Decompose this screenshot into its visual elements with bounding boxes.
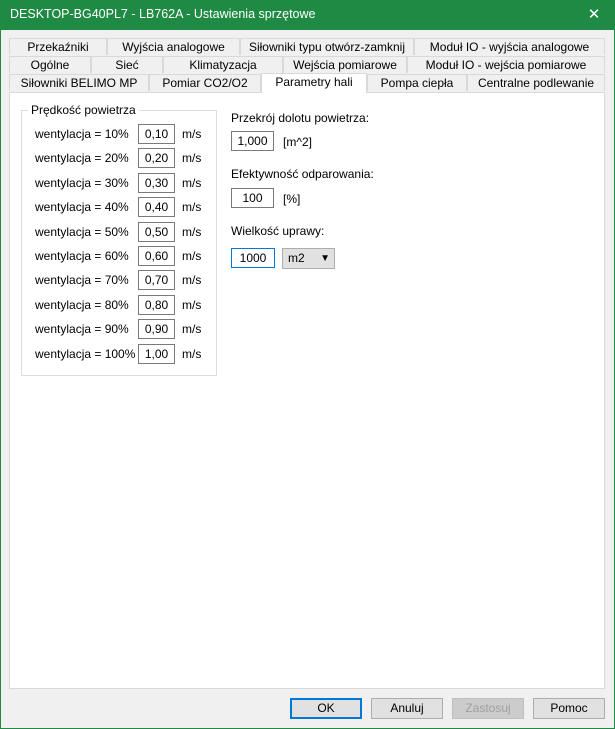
air-speed-unit: m/s <box>182 225 202 239</box>
air-speed-label: wentylacja = 10% <box>35 127 129 141</box>
tab-klimatyzacja[interactable]: Klimatyzacja <box>163 56 283 73</box>
evaporation-efficiency-label: Efektywność odparowania: <box>231 167 374 181</box>
ok-button[interactable]: OK <box>290 698 362 719</box>
air-speed-label: wentylacja = 90% <box>35 322 129 336</box>
title-bar: DESKTOP-BG40PL7 - LB762A - Ustawienia sp… <box>0 0 615 30</box>
air-speed-label: wentylacja = 100% <box>35 347 136 361</box>
chevron-down-icon: ▼ <box>320 253 330 264</box>
air-speed-input[interactable]: 1,00 <box>138 344 175 364</box>
tab-ogolne[interactable]: Ogólne <box>9 56 91 73</box>
air-speed-input[interactable]: 0,50 <box>138 222 175 242</box>
tab-parametry-hali[interactable]: Parametry hali <box>261 73 367 93</box>
tab-silowniki-otworz-zamknij[interactable]: Siłowniki typu otwórz-zamknij <box>240 38 414 55</box>
inlet-section-input[interactable]: 1,000 <box>231 131 274 151</box>
air-speed-label: wentylacja = 20% <box>35 151 129 165</box>
air-speed-unit: m/s <box>182 273 202 287</box>
evaporation-efficiency-unit: [%] <box>283 192 301 206</box>
window-title: DESKTOP-BG40PL7 - LB762A - Ustawienia sp… <box>10 7 316 21</box>
air-speed-label: wentylacja = 80% <box>35 298 129 312</box>
tab-centralne-podlewanie[interactable]: Centralne podlewanie <box>467 74 605 91</box>
air-speed-group <box>21 110 217 376</box>
close-icon[interactable]: ✕ <box>579 3 609 27</box>
tab-wejscia-pomiarowe[interactable]: Wejścia pomiarowe <box>283 56 407 73</box>
tab-silowniki-belimo[interactable]: Siłowniki BELIMO MP <box>9 74 149 91</box>
air-speed-label: wentylacja = 40% <box>35 200 129 214</box>
air-speed-input[interactable]: 0,70 <box>138 270 175 290</box>
air-speed-input[interactable]: 0,90 <box>138 319 175 339</box>
crop-unit-select[interactable]: m2 ▼ <box>282 248 335 269</box>
air-speed-label: wentylacja = 60% <box>35 249 129 263</box>
air-speed-unit: m/s <box>182 347 202 361</box>
air-speed-input[interactable]: 0,40 <box>138 197 175 217</box>
cancel-button[interactable]: Anuluj <box>371 698 443 719</box>
crop-size-input[interactable]: 1000 <box>231 248 275 268</box>
apply-button[interactable]: Zastosuj <box>452 698 524 719</box>
air-speed-label: wentylacja = 30% <box>35 176 129 190</box>
air-speed-unit: m/s <box>182 176 202 190</box>
air-speed-unit: m/s <box>182 200 202 214</box>
tab-pomiar-co2[interactable]: Pomiar CO2/O2 <box>149 74 261 91</box>
window-border <box>0 30 1 729</box>
help-button[interactable]: Pomoc <box>533 698 605 719</box>
air-speed-unit: m/s <box>182 249 202 263</box>
crop-size-label: Wielkość uprawy: <box>231 224 325 238</box>
tab-modul-io-wejscia[interactable]: Moduł IO - wejścia pomiarowe <box>407 56 605 73</box>
air-speed-unit: m/s <box>182 322 202 336</box>
air-speed-unit: m/s <box>182 298 202 312</box>
air-speed-unit: m/s <box>182 127 202 141</box>
tab-modul-io-wyjscia[interactable]: Moduł IO - wyjścia analogowe <box>414 38 605 55</box>
air-speed-label: wentylacja = 70% <box>35 273 129 287</box>
crop-unit-value: m2 <box>288 251 305 265</box>
inlet-section-unit: [m^2] <box>283 135 312 149</box>
air-speed-group-title: Prędkość powietrza <box>28 103 139 117</box>
air-speed-input[interactable]: 0,60 <box>138 246 175 266</box>
air-speed-input[interactable]: 0,30 <box>138 173 175 193</box>
air-speed-unit: m/s <box>182 151 202 165</box>
air-speed-input[interactable]: 0,80 <box>138 295 175 315</box>
inlet-section-label: Przekrój dolotu powietrza: <box>231 111 370 125</box>
air-speed-label: wentylacja = 50% <box>35 225 129 239</box>
tab-pompa-ciepla[interactable]: Pompa ciepła <box>367 74 467 91</box>
tab-wyjscia-analogowe[interactable]: Wyjścia analogowe <box>107 38 240 55</box>
tab-przekazniki[interactable]: Przekaźniki <box>9 38 107 55</box>
air-speed-input[interactable]: 0,20 <box>138 148 175 168</box>
tab-siec[interactable]: Sieć <box>91 56 163 73</box>
air-speed-input[interactable]: 0,10 <box>138 124 175 144</box>
evaporation-efficiency-input[interactable]: 100 <box>231 188 274 208</box>
